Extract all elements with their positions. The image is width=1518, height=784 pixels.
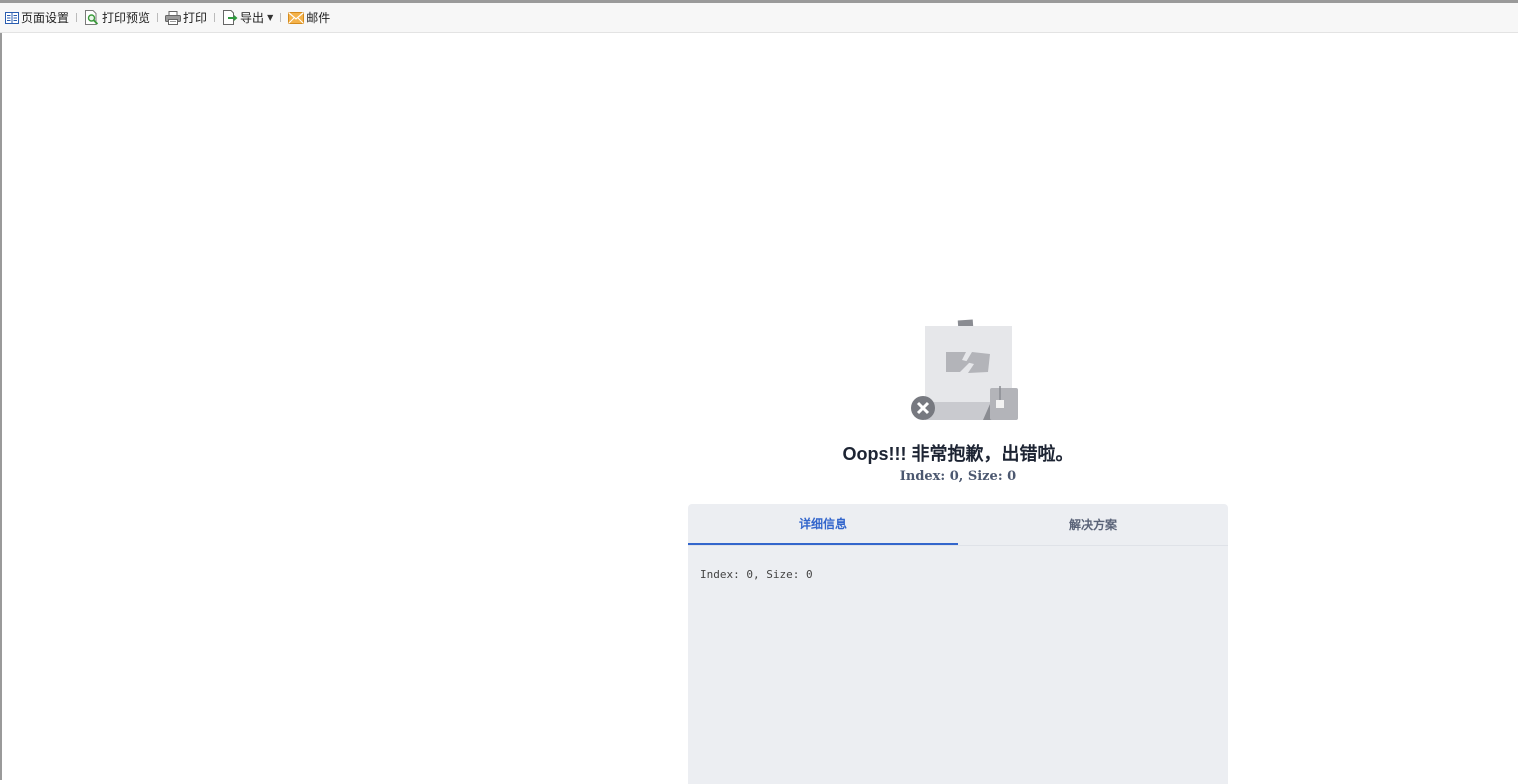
error-details-panel: 详细信息 解决方案 Index: 0, Size: 0 (688, 504, 1228, 784)
printer-icon (165, 10, 182, 25)
print-label: 打印 (183, 11, 208, 25)
print-preview-button[interactable]: 打印预览 (82, 8, 152, 28)
report-toolbar: 页面设置 打印预览 打印 导出 ▼ 邮件 (0, 3, 1518, 33)
page-setup-label: 页面设置 (21, 11, 70, 25)
toolbar-separator (76, 13, 78, 22)
tab-details[interactable]: 详细信息 (688, 504, 958, 545)
print-preview-label: 打印预览 (102, 11, 151, 25)
toolbar-separator (214, 13, 216, 22)
mail-label: 邮件 (306, 11, 331, 25)
chevron-down-icon: ▼ (267, 13, 274, 22)
export-icon (223, 10, 238, 25)
error-detail-text: Index: 0, Size: 0 (700, 568, 813, 581)
print-button[interactable]: 打印 (163, 8, 209, 28)
export-dropdown-button[interactable]: 导出 ▼ (220, 8, 275, 28)
page-setup-icon (5, 11, 19, 24)
tab-solution[interactable]: 解决方案 (958, 504, 1228, 545)
broken-image-icon (911, 319, 1018, 420)
print-preview-icon (85, 10, 99, 25)
page-setup-button[interactable]: 页面设置 (3, 8, 71, 28)
toolbar-separator (280, 13, 282, 22)
mail-button[interactable]: 邮件 (286, 8, 332, 28)
toolbar-separator (157, 13, 159, 22)
export-label: 导出 (240, 11, 265, 25)
mail-icon (288, 11, 305, 24)
error-tabs: 详细信息 解决方案 (688, 504, 1228, 546)
error-subtitle: Index: 0, Size: 0 (899, 469, 1017, 484)
error-title: Oops!!! 非常抱歉，出错啦。 (842, 444, 1074, 464)
